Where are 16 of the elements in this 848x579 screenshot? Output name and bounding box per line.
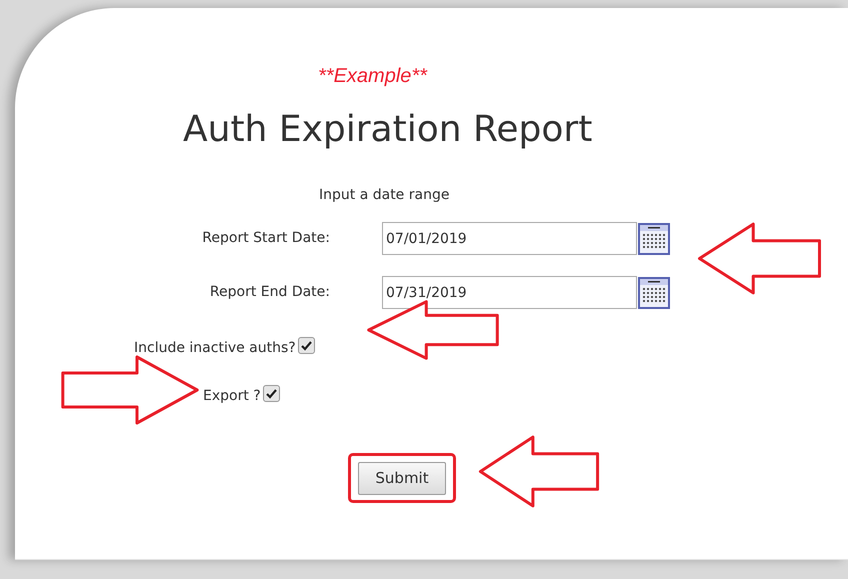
checkbox[interactable] [262,384,280,402]
checkbox-label: Export ? [203,387,261,406]
submit-button[interactable]: Submit [358,462,446,494]
field-label: Report End Date: [208,283,330,302]
example-note: **Example** [318,64,428,89]
calendar-icon[interactable] [638,276,670,308]
checkbox[interactable] [298,336,315,354]
report-title: Auth Expiration Report [183,108,594,152]
date-input[interactable]: 07/01/2019 [382,222,637,255]
field-label: Report Start Date: [201,229,330,248]
checkbox-label: Include inactive auths? [134,339,296,358]
calendar-icon[interactable] [638,222,670,254]
check-icon [266,388,277,398]
check-icon [300,340,312,350]
instructions-text: Input a date range [319,186,450,205]
date-input[interactable]: 07/31/2019 [382,276,637,309]
